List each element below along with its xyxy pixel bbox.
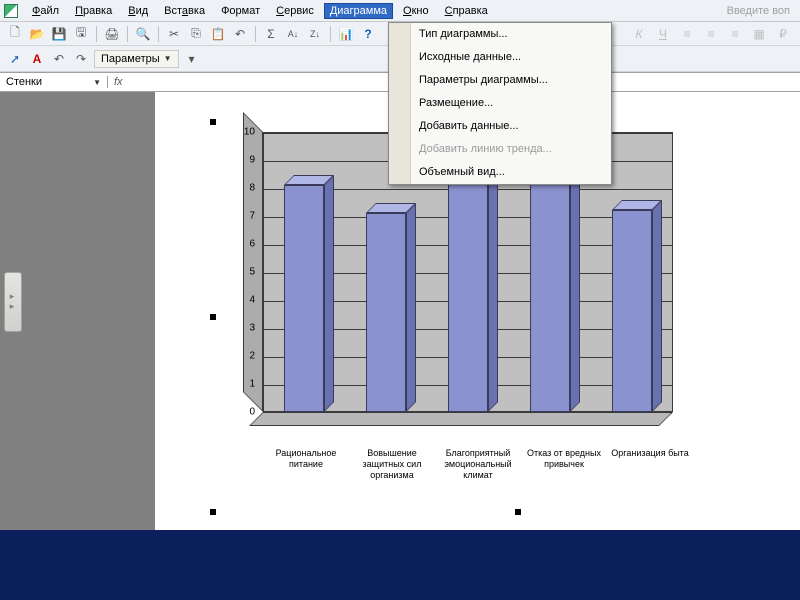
- y-tick-label: 0: [237, 407, 255, 418]
- copy-icon[interactable]: ⎘: [187, 25, 205, 43]
- align-left-icon: ≡: [678, 25, 696, 43]
- app-frame: Файл Правка Вид Вставка Формат Сервис Ди…: [0, 0, 800, 530]
- fx-icon[interactable]: fx: [108, 76, 129, 88]
- menu-edit[interactable]: Правка: [69, 3, 118, 19]
- y-tick-label: 10: [237, 127, 255, 138]
- merge-icon: ▦: [750, 25, 768, 43]
- y-tick-label: 7: [237, 211, 255, 222]
- save-as-icon[interactable]: 🖫: [72, 25, 90, 43]
- sep: [330, 26, 331, 42]
- menu-window[interactable]: Окно: [397, 3, 435, 19]
- sep: [158, 26, 159, 42]
- params-label: Параметры: [101, 53, 160, 65]
- currency-icon: ₽: [774, 25, 792, 43]
- menu-format[interactable]: Формат: [215, 3, 266, 19]
- menu-tools[interactable]: Сервис: [270, 3, 320, 19]
- y-tick-label: 9: [237, 155, 255, 166]
- menu-chart[interactable]: Диаграмма: [324, 3, 393, 19]
- sum-icon[interactable]: Σ: [262, 25, 280, 43]
- bar[interactable]: [366, 213, 406, 412]
- chart-floor: [249, 412, 673, 426]
- preview-icon[interactable]: 🔍: [134, 25, 152, 43]
- gray-margin: ▸▸: [0, 92, 155, 530]
- save-icon[interactable]: 💾: [50, 25, 68, 43]
- name-box[interactable]: Стенки ▼: [0, 76, 108, 88]
- bar[interactable]: [284, 185, 324, 412]
- sep: [255, 26, 256, 42]
- menu-insert[interactable]: Вставка: [158, 3, 211, 19]
- chart-wizard-icon[interactable]: 📊: [337, 25, 355, 43]
- arrow-icon[interactable]: ➚: [6, 50, 24, 68]
- y-tick-label: 4: [237, 295, 255, 306]
- selection-handle[interactable]: [210, 314, 216, 320]
- y-tick-label: 3: [237, 323, 255, 334]
- x-axis-labels: Рациональное питаниеВовышение защитных с…: [263, 448, 693, 481]
- dd-source-data[interactable]: Исходные данные...: [389, 46, 611, 69]
- search-help-input[interactable]: Введите воп: [727, 5, 796, 17]
- x-tick-label: Отказ от вредных привычек: [521, 448, 607, 481]
- app-icon: [4, 4, 18, 18]
- sort-desc-icon[interactable]: Z↓: [306, 25, 324, 43]
- help-icon[interactable]: ?: [359, 25, 377, 43]
- dd-add-data[interactable]: Добавить данные...: [389, 115, 611, 138]
- dd-3d-view[interactable]: Объемный вид...: [389, 161, 611, 184]
- underline-icon: Ч: [654, 25, 672, 43]
- dd-add-trendline: Добавить линию тренда...: [389, 138, 611, 161]
- dd-chart-type[interactable]: Тип диаграммы...: [389, 23, 611, 46]
- print-icon[interactable]: 🖨: [103, 25, 121, 43]
- new-icon[interactable]: 🗋: [6, 25, 24, 43]
- dd-chart-options[interactable]: Параметры диаграммы...: [389, 69, 611, 92]
- bar[interactable]: [612, 210, 652, 412]
- x-tick-label: Организация быта: [607, 448, 693, 481]
- side-handle[interactable]: ▸▸: [4, 272, 22, 332]
- x-tick-label: Рациональное питание: [263, 448, 349, 481]
- more-icon[interactable]: ▾: [183, 50, 201, 68]
- y-tick-label: 6: [237, 239, 255, 250]
- x-tick-label: Вовышение защитных сил организма: [349, 448, 435, 481]
- x-tick-label: Благоприятный эмоциональный климат: [435, 448, 521, 481]
- selection-handle[interactable]: [515, 509, 521, 515]
- paste-icon[interactable]: 📋: [209, 25, 227, 43]
- name-box-value: Стенки: [6, 76, 42, 88]
- menu-help[interactable]: Справка: [439, 3, 494, 19]
- open-icon[interactable]: 📂: [28, 25, 46, 43]
- menu-file[interactable]: Файл: [26, 3, 65, 19]
- chart-menu-dropdown: Тип диаграммы... Исходные данные... Пара…: [388, 22, 612, 185]
- sep: [127, 26, 128, 42]
- y-tick-label: 2: [237, 351, 255, 362]
- y-tick-label: 1: [237, 379, 255, 390]
- sort-asc-icon[interactable]: A↓: [284, 25, 302, 43]
- align-center-icon: ≡: [702, 25, 720, 43]
- dd-location[interactable]: Размещение...: [389, 92, 611, 115]
- undo-icon[interactable]: ↶: [231, 25, 249, 43]
- font-color-icon[interactable]: A: [28, 50, 46, 68]
- selection-handle[interactable]: [210, 119, 216, 125]
- italic-icon: К: [630, 25, 648, 43]
- menu-view[interactable]: Вид: [122, 3, 154, 19]
- align-right-icon: ≡: [726, 25, 744, 43]
- menubar: Файл Правка Вид Вставка Формат Сервис Ди…: [0, 0, 800, 22]
- y-tick-label: 5: [237, 267, 255, 278]
- cut-icon[interactable]: ✂: [165, 25, 183, 43]
- sep: [96, 26, 97, 42]
- redo2-icon[interactable]: ↷: [72, 50, 90, 68]
- undo2-icon[interactable]: ↶: [50, 50, 68, 68]
- format-toolbar-disabled: К Ч ≡ ≡ ≡ ▦ ₽: [622, 22, 800, 46]
- chevron-down-icon: ▼: [164, 54, 172, 63]
- y-tick-label: 8: [237, 183, 255, 194]
- params-button[interactable]: Параметры ▼: [94, 50, 179, 68]
- selection-handle[interactable]: [210, 509, 216, 515]
- chevron-down-icon: ▼: [93, 78, 101, 87]
